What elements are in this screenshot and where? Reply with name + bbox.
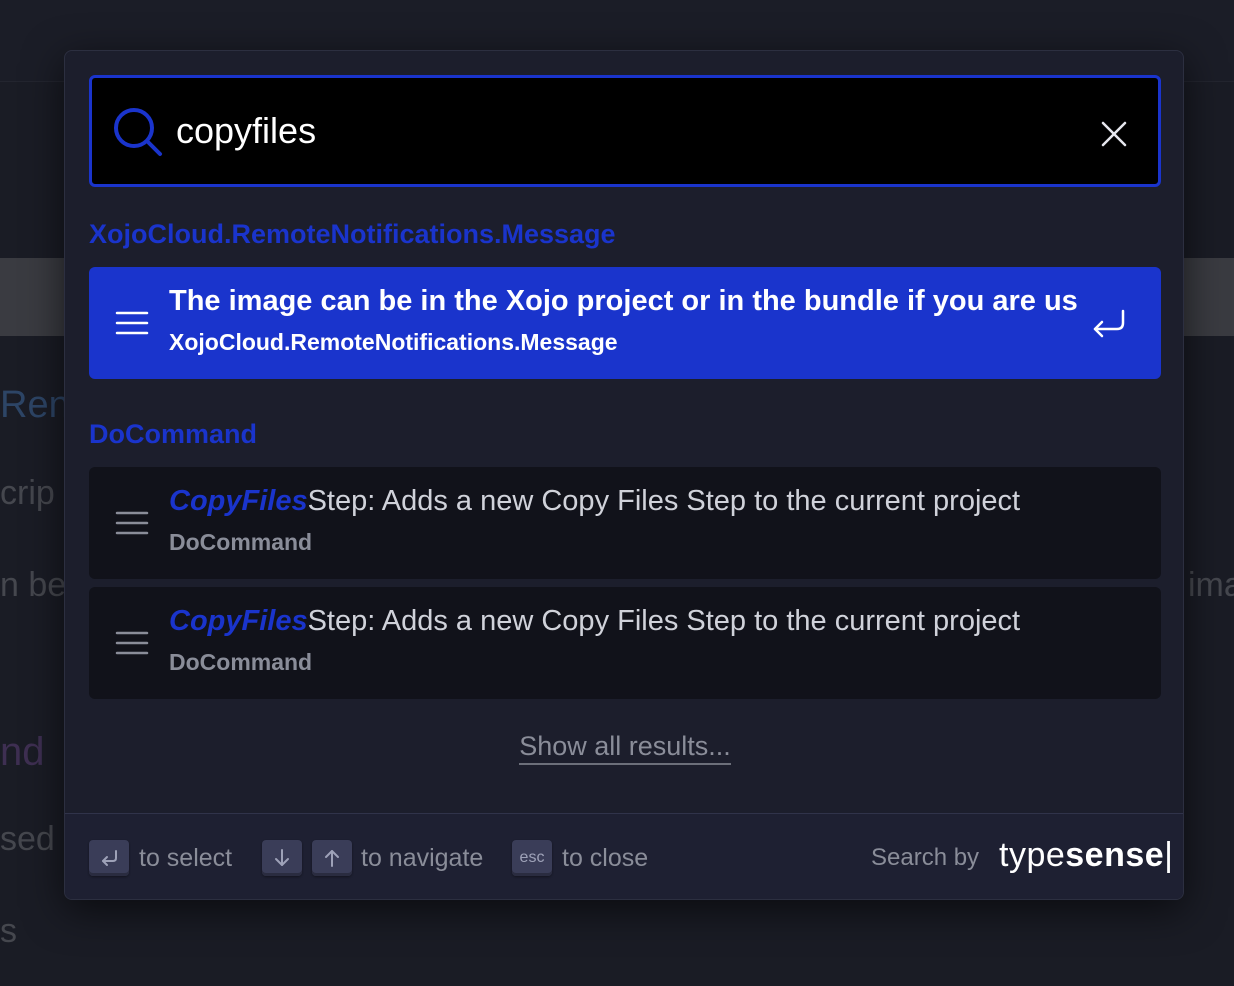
- background-text: ima: [1188, 566, 1234, 604]
- enter-icon: [102, 850, 117, 866]
- background-text: crip: [0, 474, 55, 512]
- hit-path: DoCommand: [169, 529, 313, 555]
- brand-bold: sense: [1065, 836, 1165, 874]
- search-hit[interactable]: CopyFilesStep: Adds a new Copy Files Ste…: [89, 467, 1161, 579]
- hamburger-icon: [115, 631, 149, 655]
- arrow-down-key: [262, 840, 302, 876]
- close-hint: to close: [562, 844, 649, 872]
- show-all-results: Show all results...: [89, 731, 1161, 765]
- close-icon[interactable]: [1096, 116, 1132, 152]
- hit-title-text: The image can be in the Xojo project or …: [169, 285, 1078, 317]
- group-title: XojoCloud.RemoteNotifications.Message: [89, 219, 616, 249]
- search-hit[interactable]: CopyFilesStep: Adds a new Copy Files Ste…: [89, 587, 1161, 699]
- search-input[interactable]: [176, 100, 1076, 162]
- hit-title: The image can be in the Xojo project or …: [169, 285, 1079, 318]
- enter-key: [89, 840, 129, 876]
- typesense-logo[interactable]: typesense|: [999, 836, 1174, 875]
- background-text: s: [0, 912, 17, 950]
- hit-title-text: Step: Adds a new Copy Files Step to the …: [307, 485, 1021, 517]
- search-by-label: Search by: [871, 844, 980, 871]
- hit-title: CopyFilesStep: Adds a new Copy Files Ste…: [169, 605, 1079, 638]
- show-all-results-link[interactable]: Show all results...: [519, 731, 731, 765]
- select-hint: to select: [139, 844, 233, 872]
- search-modal: XojoCloud.RemoteNotifications.Message Th…: [64, 50, 1184, 900]
- search-icon: [114, 108, 162, 156]
- hit-highlight: CopyFiles: [169, 485, 308, 517]
- hit-path: XojoCloud.RemoteNotifications.Message: [169, 329, 618, 355]
- esc-key: esc: [512, 840, 552, 876]
- hit-title: CopyFilesStep: Adds a new Copy Files Ste…: [169, 485, 1079, 518]
- arrow-down-icon: [275, 849, 289, 866]
- brand-light: type: [999, 836, 1066, 874]
- hit-highlight: CopyFiles: [169, 605, 308, 637]
- hamburger-icon: [115, 511, 149, 535]
- search-bar: [89, 75, 1161, 187]
- hamburger-icon: [115, 311, 149, 335]
- search-footer: to select to navigate esc to close Searc…: [65, 813, 1183, 899]
- arrow-up-icon: [325, 850, 339, 867]
- group-title: DoCommand: [89, 419, 257, 449]
- search-hit[interactable]: The image can be in the Xojo project or …: [89, 267, 1161, 379]
- background-heading: nd: [0, 730, 45, 774]
- navigate-hint: to navigate: [361, 844, 484, 872]
- hit-title-text: Step: Adds a new Copy Files Step to the …: [307, 605, 1021, 637]
- background-text: sed: [0, 820, 55, 858]
- enter-icon: [1093, 309, 1125, 338]
- background-heading: Ren: [0, 384, 70, 426]
- arrow-up-key: [312, 840, 352, 876]
- hit-path: DoCommand: [169, 649, 313, 675]
